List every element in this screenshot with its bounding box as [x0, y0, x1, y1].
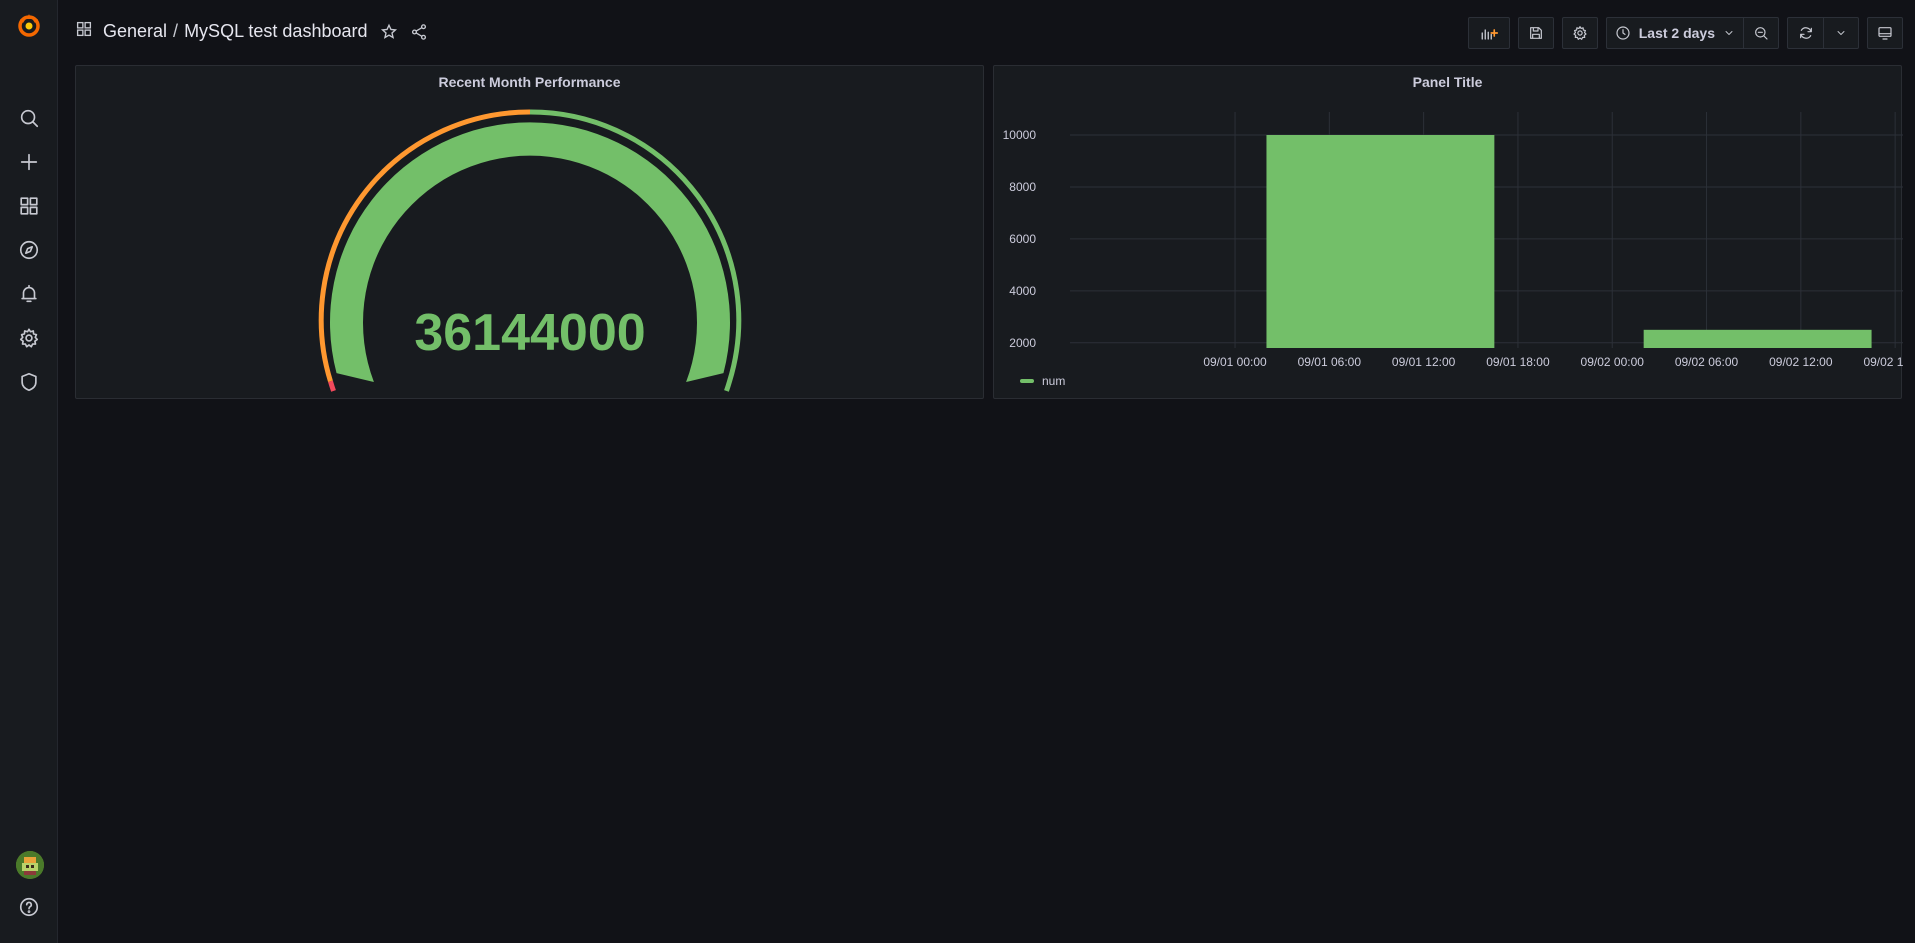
x-tick-label: 09/01 06:00 — [1298, 355, 1362, 369]
bar — [1643, 329, 1872, 348]
gauge-value: 36144000 — [414, 304, 645, 362]
chevron-down-icon — [1723, 27, 1735, 39]
chart-legend[interactable]: num — [1020, 374, 1065, 388]
clock-icon — [1615, 25, 1631, 41]
breadcrumb-folder[interactable]: General — [103, 21, 167, 42]
configuration-gear-icon[interactable] — [14, 323, 44, 353]
cycle-view-mode-button[interactable] — [1867, 17, 1903, 49]
gauge-threshold-red — [328, 380, 336, 392]
refresh-button[interactable] — [1787, 17, 1823, 49]
legend-label: num — [1042, 374, 1066, 388]
grafana-logo-icon[interactable] — [14, 10, 44, 40]
help-icon[interactable] — [14, 892, 44, 922]
y-tick-label: 10000 — [1003, 128, 1037, 142]
toolbar: Last 2 days — [1467, 17, 1903, 49]
x-tick-label: 09/02 06:00 — [1675, 355, 1739, 369]
refresh-group — [1787, 17, 1859, 49]
alerting-bell-icon[interactable] — [14, 279, 44, 309]
time-range-label: Last 2 days — [1638, 25, 1715, 41]
dashboard-settings-button[interactable] — [1561, 17, 1598, 49]
y-tick-label: 6000 — [1009, 232, 1036, 246]
bar-chart-panel[interactable]: Panel Title 09/01 00:00 09/01 06:00 09/01 … — [993, 65, 1903, 399]
server-admin-shield-icon[interactable] — [14, 367, 44, 397]
zoom-out-button[interactable] — [1743, 17, 1779, 49]
x-tick-label: 09/01 18:00 — [1486, 355, 1550, 369]
time-picker-group: Last 2 days — [1605, 17, 1779, 49]
share-icon[interactable] — [410, 23, 428, 41]
gauge-svg: 36144000 — [318, 109, 742, 392]
user-avatar[interactable] — [16, 851, 44, 879]
sidebar — [0, 0, 58, 943]
dashboard-title[interactable]: MySQL test dashboard — [184, 21, 367, 42]
x-tick-label: 09/02 00:00 — [1581, 355, 1645, 369]
time-range-picker[interactable]: Last 2 days — [1605, 17, 1743, 49]
gauge-panel[interactable]: Recent Month Performance 36144000 — [75, 65, 984, 399]
star-icon[interactable] — [380, 23, 398, 41]
refresh-interval-dropdown[interactable] — [1823, 17, 1859, 49]
add-panel-button[interactable] — [1467, 17, 1510, 49]
dashboards-icon[interactable] — [14, 191, 44, 221]
y-tick-label: 4000 — [1009, 284, 1036, 298]
search-icon[interactable] — [14, 103, 44, 133]
create-plus-icon[interactable] — [14, 147, 44, 177]
dashboard-grid-icon — [75, 20, 93, 43]
save-dashboard-button[interactable] — [1517, 17, 1554, 49]
explore-compass-icon[interactable] — [14, 235, 44, 265]
y-tick-label: 8000 — [1009, 180, 1036, 194]
dashboard-navbar: General / MySQL test dashboard Last 2 da… — [58, 0, 1915, 66]
y-tick-label: 2000 — [1009, 336, 1036, 350]
x-tick-label: 09/02 12:00 — [1769, 355, 1833, 369]
bar — [1266, 135, 1495, 348]
breadcrumb: General / MySQL test dashboard — [75, 20, 428, 43]
breadcrumb-separator: / — [173, 21, 179, 41]
x-tick-label: 09/01 00:00 — [1203, 355, 1267, 369]
bar-chart-svg: 09/01 00:00 09/01 06:00 09/01 12:00 09/01 1… — [1003, 112, 1903, 369]
x-tick-label: 09/02 18:00 — [1863, 355, 1903, 369]
x-tick-label: 09/01 12:00 — [1392, 355, 1456, 369]
legend-swatch — [1020, 379, 1034, 383]
